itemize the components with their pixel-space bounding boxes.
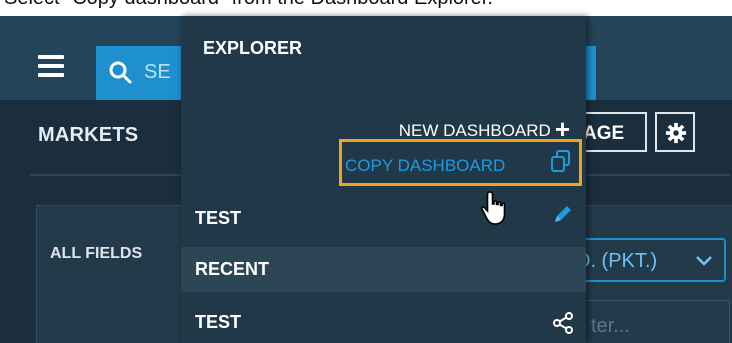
instruction-caption: Select "Copy dashboard" from the Dashboa…	[4, 0, 493, 17]
list-section-header: RECENT	[181, 247, 586, 292]
manage-page-button[interactable]: AGE	[577, 112, 647, 152]
list-item-label: TEST	[195, 208, 242, 228]
search-input[interactable]: SE	[144, 61, 171, 84]
search-icon	[109, 61, 132, 84]
settings-button[interactable]	[655, 112, 695, 152]
share-icon[interactable]	[551, 311, 575, 335]
hand-cursor-icon	[481, 191, 506, 225]
unit-select-value: D. (PKT.)	[576, 250, 658, 272]
copy-dashboard-button[interactable]: COPY DASHBOARD	[345, 156, 505, 176]
filter-input[interactable]: ter...	[580, 300, 730, 343]
list-item-label: TEST	[195, 312, 242, 332]
explorer-title: EXPLORER	[203, 38, 303, 58]
pencil-icon[interactable]	[551, 202, 575, 226]
recent-label: RECENT	[195, 259, 270, 279]
hamburger-menu-icon[interactable]	[38, 55, 64, 77]
filter-placeholder: ter...	[591, 315, 630, 337]
chevron-down-icon	[696, 256, 712, 266]
list-item[interactable]: TEST	[181, 196, 586, 241]
page-title: MARKETS	[38, 124, 139, 146]
gear-icon	[665, 122, 687, 144]
list-item[interactable]: TEST	[181, 300, 586, 343]
all-fields-label: ALL FIELDS	[50, 245, 143, 262]
manage-page-label: AGE	[583, 123, 625, 144]
new-dashboard-label: NEW DASHBOARD	[398, 121, 551, 140]
copy-icon[interactable]	[549, 149, 573, 173]
